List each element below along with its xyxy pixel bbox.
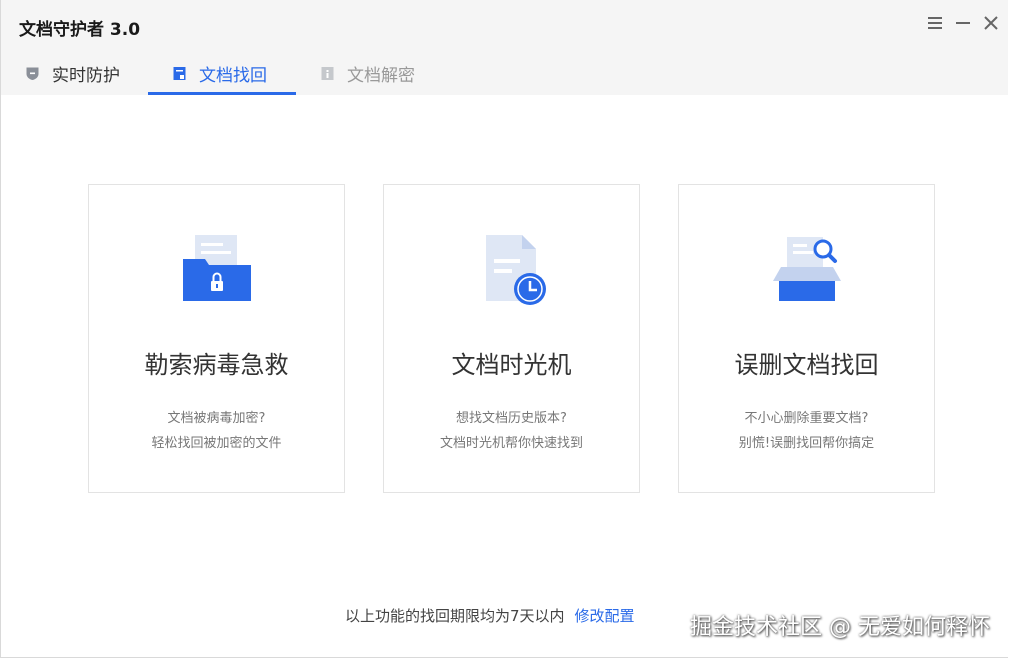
card-title: 文档时光机 <box>451 351 572 379</box>
card-desc-line1: 文档被病毒加密? <box>167 411 266 426</box>
watermark: 掘金技术社区 @ 无爱如何释怀 <box>690 615 990 640</box>
card-ransomware-rescue[interactable]: 勒索病毒急救 文档被病毒加密? 轻松找回被加密的文件 <box>88 184 345 493</box>
card-title: 误删文档找回 <box>734 351 879 379</box>
menu-button[interactable] <box>924 12 946 34</box>
card-desc-line1: 想找文档历史版本? <box>456 411 567 426</box>
card-document-time-machine[interactable]: 文档时光机 想找文档历史版本? 文档时光机帮你快速找到 <box>383 184 640 493</box>
unlock-document-icon <box>320 66 335 81</box>
close-icon <box>984 16 998 30</box>
shield-icon <box>25 66 40 81</box>
tab-label: 文档解密 <box>347 66 415 86</box>
search-box-icon <box>767 231 847 311</box>
menu-icon <box>928 17 942 29</box>
card-title: 勒索病毒急救 <box>144 351 289 379</box>
card-desc-line2: 轻松找回被加密的文件 <box>151 436 282 451</box>
card-deleted-file-recovery[interactable]: 误删文档找回 不小心删除重要文档? 别慌!误删找回帮你搞定 <box>678 184 935 493</box>
minimize-button[interactable] <box>952 12 974 34</box>
document-icon <box>172 66 187 81</box>
tab-label: 实时防护 <box>52 66 120 86</box>
card-desc-line2: 别慌!误删找回帮你搞定 <box>738 436 875 451</box>
tab-realtime-protection[interactable]: 实时防护 <box>1 52 148 95</box>
retention-note: 以上功能的找回期限均为7天以内 修改配置 <box>345 605 635 626</box>
tab-label: 文档找回 <box>199 66 267 86</box>
modify-config-link[interactable]: 修改配置 <box>575 605 635 626</box>
tab-document-recovery[interactable]: 文档找回 <box>148 52 296 95</box>
window-controls <box>924 12 1002 34</box>
locked-folder-icon <box>177 231 257 311</box>
app-title: 文档守护者 3.0 <box>19 20 141 40</box>
retention-note-text: 以上功能的找回期限均为7天以内 <box>345 607 565 625</box>
tab-document-decrypt[interactable]: 文档解密 <box>296 52 450 95</box>
minimize-icon <box>956 22 970 24</box>
app-window: 文档守护者 3.0 实时防护 文档找回 文档解密 勒索病毒急救 文档被病毒加密?… <box>0 0 1008 658</box>
tab-bar: 实时防护 文档找回 文档解密 <box>1 52 450 95</box>
header: 文档守护者 3.0 实时防护 文档找回 文档解密 <box>1 0 1008 95</box>
card-desc-line2: 文档时光机帮你快速找到 <box>439 436 583 451</box>
document-clock-icon <box>472 231 552 311</box>
close-button[interactable] <box>980 12 1002 34</box>
card-desc-line1: 不小心删除重要文档? <box>744 411 869 426</box>
